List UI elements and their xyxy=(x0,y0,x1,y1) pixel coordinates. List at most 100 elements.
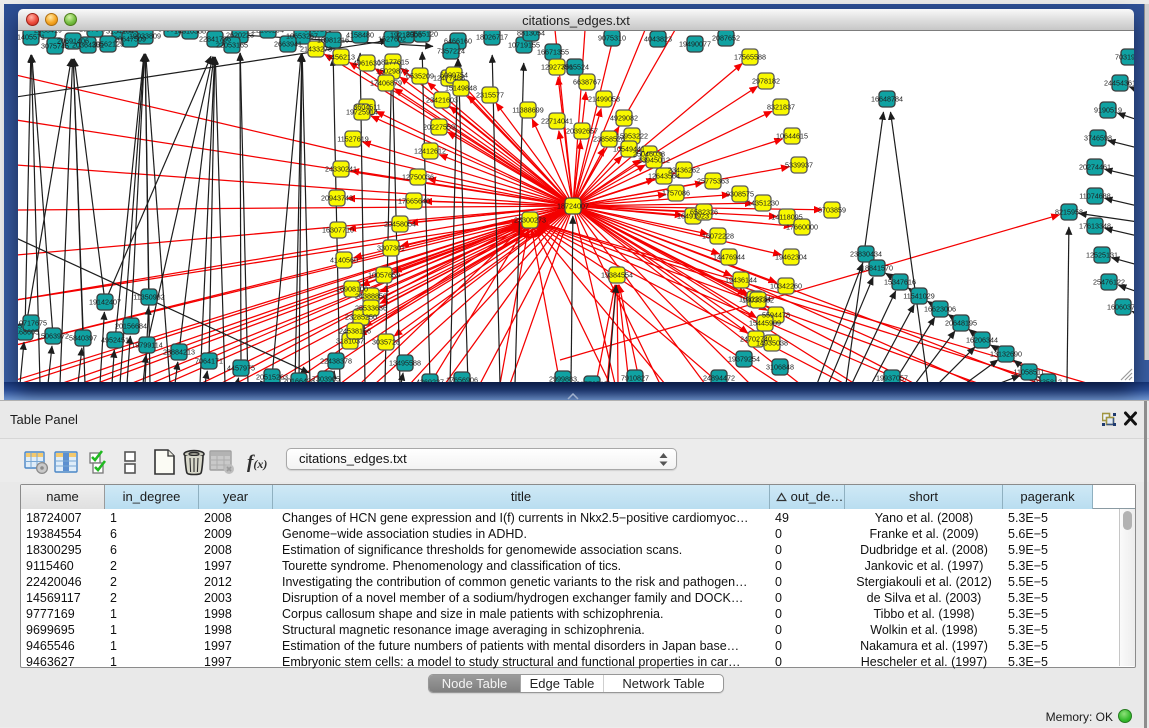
svg-text:16648784: 16648784 xyxy=(871,95,903,104)
svg-text:19462304: 19462304 xyxy=(775,253,807,262)
svg-text:2978182: 2978182 xyxy=(752,77,780,86)
svg-text:17613348: 17613348 xyxy=(1079,222,1111,231)
svg-text:4043823: 4043823 xyxy=(644,35,672,44)
svg-text:5840397: 5840397 xyxy=(69,334,97,343)
svg-text:23300273: 23300273 xyxy=(514,216,546,225)
svg-text:17406879: 17406879 xyxy=(370,79,402,88)
svg-text:19799114: 19799114 xyxy=(131,341,162,350)
svg-text:24538166: 24538166 xyxy=(339,327,371,336)
svg-text:4929082: 4929082 xyxy=(610,114,638,123)
svg-text:15347616: 15347616 xyxy=(884,278,916,287)
svg-text:14351230: 14351230 xyxy=(747,199,779,208)
svg-text:2983419: 2983419 xyxy=(34,31,62,35)
svg-text:19142407: 19142407 xyxy=(89,298,121,307)
svg-text:6099754: 6099754 xyxy=(440,71,468,80)
svg-text:22438378: 22438378 xyxy=(320,357,352,366)
svg-text:6535209: 6535209 xyxy=(406,72,434,81)
svg-text:24894472: 24894472 xyxy=(703,374,735,383)
svg-text:2315577: 2315577 xyxy=(476,91,504,100)
svg-text:7064171: 7064171 xyxy=(195,357,223,366)
svg-text:19725914: 19725914 xyxy=(346,108,378,117)
svg-text:11058511: 11058511 xyxy=(1014,368,1045,377)
svg-text:7910827: 7910827 xyxy=(621,374,649,383)
svg-text:23830434: 23830434 xyxy=(850,250,882,259)
svg-text:15029873: 15029873 xyxy=(376,67,408,76)
svg-text:5468605: 5468605 xyxy=(18,328,39,337)
svg-text:20274461: 20274461 xyxy=(1079,163,1111,172)
svg-text:24388850: 24388850 xyxy=(355,292,387,301)
svg-text:19937057: 19937057 xyxy=(876,374,908,383)
svg-text:20647509: 20647509 xyxy=(114,35,146,44)
svg-text:25775363: 25775363 xyxy=(697,177,729,186)
svg-text:4269227: 4269227 xyxy=(416,378,444,383)
svg-text:16072228: 16072228 xyxy=(702,232,734,241)
svg-text:17565588: 17565588 xyxy=(734,53,766,62)
svg-text:14935038: 14935038 xyxy=(756,339,788,348)
svg-text:2663941: 2663941 xyxy=(274,40,302,49)
svg-text:4140560: 4140560 xyxy=(330,256,358,265)
svg-text:15953222: 15953222 xyxy=(616,132,648,141)
svg-text:12525131: 12525131 xyxy=(1086,251,1118,260)
svg-text:15063972: 15063972 xyxy=(37,332,69,341)
svg-text:9075310: 9075310 xyxy=(598,34,626,43)
svg-text:9335812: 9335812 xyxy=(1034,378,1062,383)
svg-text:10717675: 10717675 xyxy=(18,319,47,328)
svg-text:9190519: 9190519 xyxy=(1094,106,1122,115)
svg-text:20364361: 20364361 xyxy=(72,41,104,50)
svg-text:18981216: 18981216 xyxy=(317,36,349,45)
svg-text:8321837: 8321837 xyxy=(767,103,795,112)
svg-text:19436144: 19436144 xyxy=(725,276,757,285)
svg-text:18177615: 18177615 xyxy=(377,58,409,67)
svg-text:11388699: 11388699 xyxy=(512,106,543,115)
svg-text:25476122: 25476122 xyxy=(1093,278,1125,287)
svg-text:20156684: 20156684 xyxy=(115,322,147,331)
svg-text:18724007: 18724007 xyxy=(557,202,589,211)
svg-text:5339937: 5339937 xyxy=(785,161,813,170)
svg-text:24454361: 24454361 xyxy=(1104,79,1134,88)
svg-text:14310388: 14310388 xyxy=(174,31,206,36)
svg-text:18841570: 18841570 xyxy=(861,264,893,273)
svg-text:4158480: 4158480 xyxy=(346,31,374,40)
svg-text:16307710: 16307710 xyxy=(322,226,354,235)
svg-text:3307301: 3307301 xyxy=(377,244,405,253)
svg-text:10719155: 10719155 xyxy=(508,41,540,50)
svg-text:11527619: 11527619 xyxy=(337,135,368,144)
svg-text:10057659: 10057659 xyxy=(368,271,400,280)
svg-text:21770515: 21770515 xyxy=(576,380,608,383)
svg-text:10644615: 10644615 xyxy=(776,132,808,141)
svg-text:1757086: 1757086 xyxy=(662,189,690,198)
svg-text:13132690: 13132690 xyxy=(990,350,1022,359)
svg-text:4952451: 4952451 xyxy=(101,336,129,345)
svg-text:16671355: 16671355 xyxy=(537,48,569,57)
svg-text:18026717: 18026717 xyxy=(476,33,508,42)
svg-text:23285250: 23285250 xyxy=(345,313,377,322)
svg-text:15149848: 15149848 xyxy=(445,84,477,93)
svg-text:19490077: 19490077 xyxy=(679,40,711,49)
svg-text:2087652: 2087652 xyxy=(712,34,740,43)
svg-text:12927396: 12927396 xyxy=(541,63,573,72)
svg-text:2620223: 2620223 xyxy=(226,31,254,40)
svg-text:20227559: 20227559 xyxy=(423,123,455,132)
svg-text:7303905: 7303905 xyxy=(312,375,340,383)
svg-text:13945012: 13945012 xyxy=(638,156,670,165)
svg-text:3106848: 3106848 xyxy=(766,363,794,372)
svg-text:11350932: 11350932 xyxy=(133,293,164,302)
svg-text:6638767: 6638767 xyxy=(573,78,601,87)
svg-text:7031971: 7031971 xyxy=(1115,53,1134,62)
svg-text:8813054: 8813054 xyxy=(517,31,545,38)
svg-text:3181037: 3181037 xyxy=(336,337,364,346)
svg-text:2999883: 2999883 xyxy=(549,375,577,383)
svg-text:15445909: 15445909 xyxy=(749,319,781,328)
svg-text:3746598: 3746598 xyxy=(1084,134,1112,143)
svg-text:3703859: 3703859 xyxy=(818,206,846,215)
svg-text:9308575: 9308575 xyxy=(726,190,754,199)
svg-text:16060376: 16060376 xyxy=(1107,303,1134,312)
svg-text:19384554: 19384554 xyxy=(601,271,633,280)
svg-text:21499058: 21499058 xyxy=(588,95,620,104)
svg-text:3456213: 3456213 xyxy=(327,53,355,62)
svg-text:17665640: 17665640 xyxy=(398,197,430,206)
svg-text:19218506: 19218506 xyxy=(390,31,422,40)
svg-text:20943743: 20943743 xyxy=(321,194,353,203)
svg-text:22160294: 22160294 xyxy=(252,31,284,35)
svg-text:20648195: 20648195 xyxy=(945,319,977,328)
